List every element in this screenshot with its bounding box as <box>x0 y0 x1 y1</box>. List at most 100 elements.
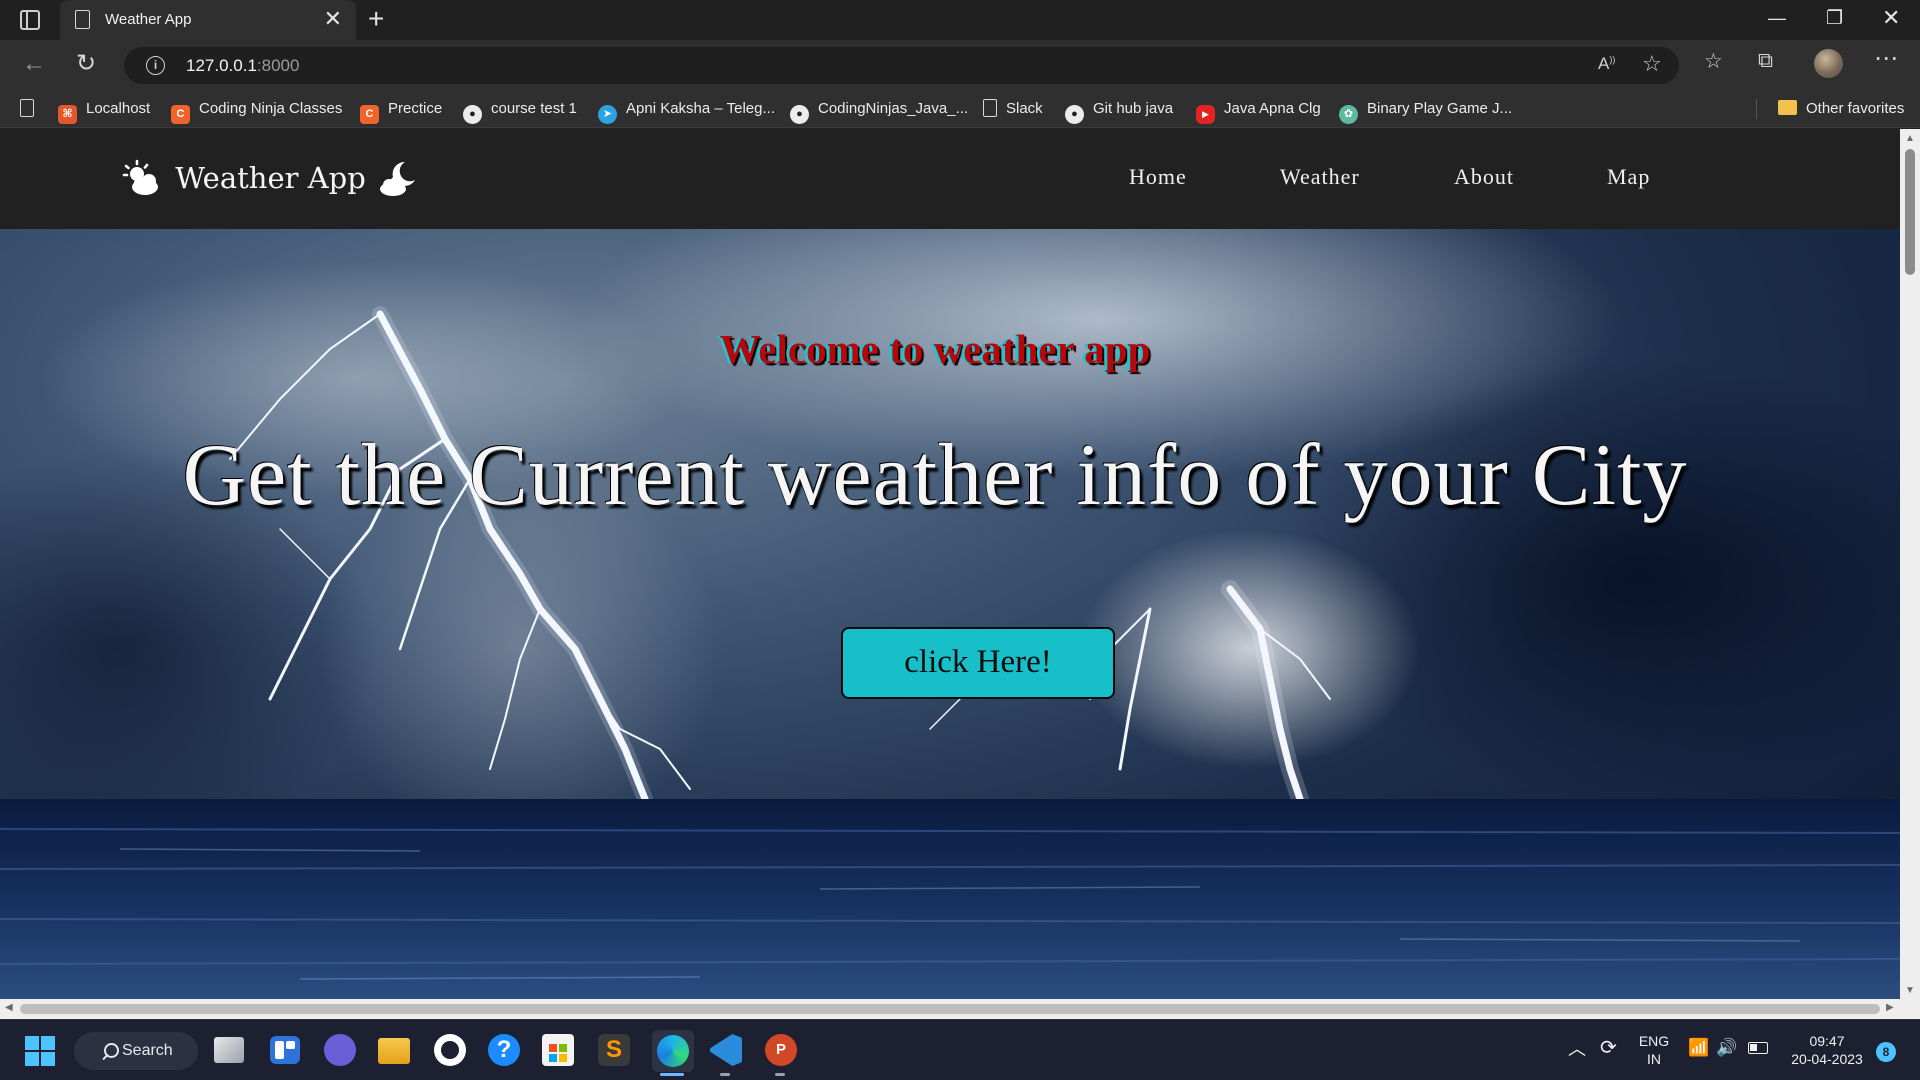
bookmark-label: Java Apna Clg <box>1224 100 1321 117</box>
powerpoint-icon[interactable]: P <box>765 1034 797 1066</box>
language-indicator[interactable]: ENG IN <box>1636 1032 1672 1068</box>
bookmark-page-icon[interactable] <box>20 98 43 120</box>
bookmark-label: Prectice <box>388 100 443 117</box>
bookmark-codingninjas-java[interactable]: ● CodingNinjas_Java_... <box>790 98 969 124</box>
edge-icon <box>657 1035 689 1067</box>
bookmark-java-apna-clg[interactable]: ▶ Java Apna Clg <box>1196 98 1321 124</box>
store-icon[interactable] <box>542 1034 574 1066</box>
page-viewport: Weather App Home Weather About Map Welco… <box>0 129 1900 999</box>
vertical-scrollbar[interactable]: ▲ ▼ <box>1900 129 1920 999</box>
more-icon[interactable]: ⋯ <box>1874 44 1898 73</box>
bookmark-prectice[interactable]: C Prectice <box>360 98 443 124</box>
collections-icon[interactable]: ⧉ <box>1758 49 1773 73</box>
vscode-icon[interactable] <box>710 1034 742 1066</box>
running-indicator <box>775 1073 785 1076</box>
task-view-icon[interactable] <box>214 1037 244 1063</box>
refresh-icon[interactable]: ↻ <box>76 50 96 78</box>
sync-icon[interactable]: ⟳ <box>1600 1038 1617 1058</box>
bookmark-label: Localhost <box>86 100 151 117</box>
close-icon[interactable]: ✕ <box>324 7 342 31</box>
other-favorites-label: Other favorites <box>1806 100 1905 117</box>
battery-icon[interactable] <box>1748 1042 1768 1054</box>
bookmark-localhost[interactable]: ⌘ Localhost <box>58 98 151 124</box>
file-explorer-icon[interactable] <box>378 1038 410 1064</box>
click-here-button[interactable]: click Here! <box>841 627 1115 699</box>
bookmark-label: Git hub java <box>1093 100 1174 117</box>
plus-icon[interactable]: + <box>368 4 384 34</box>
brand[interactable]: Weather App <box>122 156 419 200</box>
active-indicator <box>660 1073 684 1076</box>
sidebar-icon[interactable] <box>20 10 40 30</box>
browser-tab[interactable]: Weather App ✕ <box>60 0 356 40</box>
scroll-right-icon[interactable]: ▶ <box>1886 1002 1894 1013</box>
notification-badge[interactable]: 8 <box>1876 1042 1896 1062</box>
chatgpt-icon: ✿ <box>1339 105 1358 124</box>
clock-date: 20-04-2023 <box>1791 1051 1863 1067</box>
tab-title: Weather App <box>105 11 192 28</box>
tray-overflow-icon[interactable]: ︿ <box>1568 1040 1586 1058</box>
bookmark-coding-ninja[interactable]: C Coding Ninja Classes <box>171 98 343 124</box>
scrollbar-thumb[interactable] <box>20 1004 1880 1014</box>
nav-about[interactable]: About <box>1454 164 1514 190</box>
edge-active-slot[interactable] <box>652 1030 694 1072</box>
github-icon: ● <box>463 105 482 124</box>
help-icon[interactable]: ? <box>488 1034 520 1066</box>
info-icon[interactable]: i <box>146 56 165 75</box>
teams-chat-icon[interactable] <box>324 1034 356 1066</box>
coding-ninja-icon: C <box>360 105 379 124</box>
windows-start-icon[interactable] <box>25 1036 55 1066</box>
coding-ninja-icon: C <box>171 105 190 124</box>
bookmark-label: Coding Ninja Classes <box>199 100 343 117</box>
horizontal-scrollbar[interactable]: ◀ ▶ <box>0 999 1900 1019</box>
lang-line1: ENG <box>1638 1033 1670 1049</box>
bookmark-label: Apni Kaksha – Teleg... <box>626 100 775 117</box>
github-icon: ● <box>1065 105 1084 124</box>
bookmark-label: Binary Play Game J... <box>1367 100 1513 117</box>
other-favorites[interactable]: Other favorites <box>1778 98 1904 120</box>
hero-headline: Get the Current weather info of your Cit… <box>182 427 1688 524</box>
back-icon[interactable]: ← <box>22 50 46 78</box>
url-host: 127.0.0.1 <box>186 56 257 75</box>
favorite-add-icon[interactable]: ☆ <box>1642 51 1662 77</box>
avatar[interactable] <box>1814 49 1843 78</box>
url-text[interactable]: 127.0.0.1:8000 <box>186 56 299 76</box>
restore-icon[interactable]: ❐ <box>1826 7 1843 30</box>
github-desktop-icon[interactable] <box>434 1034 466 1066</box>
nav-home[interactable]: Home <box>1129 164 1187 190</box>
wifi-icon[interactable]: 📶 <box>1688 1039 1709 1057</box>
cloud-moon-icon <box>379 161 415 196</box>
bookmark-github-java[interactable]: ● Git hub java <box>1065 98 1174 124</box>
tab-bar: Weather App ✕ + — ❐ ✕ <box>0 0 1920 40</box>
youtube-icon: ▶ <box>1196 105 1215 124</box>
window-close-icon[interactable]: ✕ <box>1882 5 1900 31</box>
nav-weather[interactable]: Weather <box>1280 164 1360 190</box>
bookmark-binary-play[interactable]: ✿ Binary Play Game J... <box>1339 98 1513 124</box>
localhost-icon: ⌘ <box>58 105 77 124</box>
sublime-text-icon[interactable]: S <box>598 1034 630 1066</box>
nav-map[interactable]: Map <box>1607 164 1650 190</box>
scrollbar-thumb[interactable] <box>1905 149 1915 275</box>
widgets-icon[interactable] <box>270 1036 300 1064</box>
url-bar[interactable]: i 127.0.0.1:8000 A)) ☆ <box>124 47 1679 84</box>
clock[interactable]: 09:47 20-04-2023 <box>1782 1032 1872 1068</box>
minimize-icon[interactable]: — <box>1768 8 1786 29</box>
speaker-icon[interactable]: 🔊 <box>1716 1039 1737 1057</box>
scrollbar-corner <box>1900 999 1920 1019</box>
read-aloud-icon[interactable]: A)) <box>1598 54 1615 74</box>
taskbar-search[interactable]: Search <box>74 1032 198 1070</box>
taskbar: Search ? S P ︿ ⟳ ENG IN 📶 🔊 09:47 20-04-… <box>0 1019 1920 1080</box>
cloud-sun-icon <box>122 159 158 195</box>
address-bar: ← ↻ i 127.0.0.1:8000 A)) ☆ ☆ ⧉ ⋯ <box>0 40 1920 90</box>
favorites-icon[interactable]: ☆ <box>1704 49 1723 74</box>
scroll-up-icon[interactable]: ▲ <box>1905 133 1915 144</box>
bookmark-slack[interactable]: Slack <box>983 98 1043 120</box>
divider <box>1756 99 1757 119</box>
bookmark-label: CodingNinjas_Java_... <box>818 100 969 117</box>
bookmark-label: course test 1 <box>491 100 577 117</box>
scroll-left-icon[interactable]: ◀ <box>5 1002 13 1013</box>
bookmark-apni-kaksha[interactable]: ➤ Apni Kaksha – Teleg... <box>598 98 775 124</box>
scroll-down-icon[interactable]: ▼ <box>1905 985 1915 996</box>
bookmark-course-test[interactable]: ● course test 1 <box>463 98 577 124</box>
bookmark-label: Slack <box>1006 100 1043 117</box>
lang-line2: IN <box>1647 1051 1661 1067</box>
